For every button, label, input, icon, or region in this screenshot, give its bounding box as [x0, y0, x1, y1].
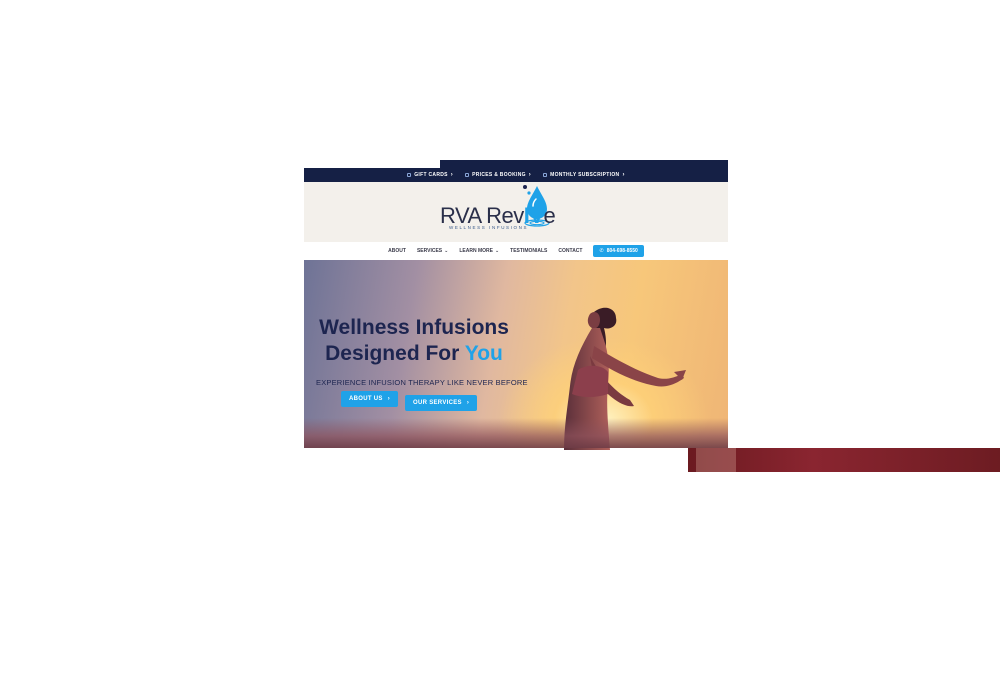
nav-item-label: SERVICES: [416, 248, 443, 254]
our-services-button[interactable]: OUR SERVICES ›: [405, 395, 478, 411]
topbar-item-prices-booking[interactable]: PRICES & BOOKING ›: [465, 172, 531, 178]
nav-item-contact[interactable]: CONTACT: [558, 248, 582, 254]
nav-item-label: ABOUT: [388, 248, 406, 254]
hero-headline: Wellness Infusions Designed For You: [304, 315, 524, 367]
topbar-item-label: PRICES & BOOKING: [472, 172, 526, 178]
hero-ground-shade: [304, 418, 728, 448]
chevron-right-icon: ›: [466, 400, 470, 406]
logo-brand-end: e: [543, 203, 556, 228]
nav-item-testimonials[interactable]: TESTIMONIALS: [510, 248, 547, 254]
nav-item-label: LEARN MORE: [459, 248, 493, 254]
about-us-button[interactable]: ABOUT US ›: [341, 391, 399, 407]
hero-section: Wellness Infusions Designed For You EXPE…: [304, 260, 728, 450]
topbar-item-label: MONTHLY SUBSCRIPTION: [550, 172, 620, 178]
mockup-cut-edge: [304, 448, 432, 464]
headline-accent: You: [464, 342, 503, 365]
topbar-item-monthly-subscription[interactable]: MONTHLY SUBSCRIPTION ›: [543, 172, 625, 178]
nav-item-about[interactable]: ABOUT: [388, 248, 406, 254]
utility-topbar: GIFT CARDS › PRICES & BOOKING › MONTHLY …: [304, 168, 728, 182]
slice-highlight: [696, 448, 736, 472]
headline-line-2: Designed For You: [304, 341, 524, 367]
site-logo[interactable]: RVA RevIVe WELLNESS INFUSIONS: [440, 182, 570, 242]
button-label: ABOUT US: [349, 396, 383, 402]
button-label: OUR SERVICES: [413, 400, 462, 406]
chevron-right-icon: ›: [528, 172, 532, 178]
phone-number: 804-698-8550: [606, 248, 638, 254]
nav-item-learn-more[interactable]: LEARN MORE ⌄: [459, 248, 499, 254]
calendar-icon: [465, 173, 470, 177]
chevron-right-icon: ›: [450, 172, 454, 178]
phone-icon: ✆: [599, 248, 604, 254]
website-mockup: GIFT CARDS › PRICES & BOOKING › MONTHLY …: [304, 160, 728, 464]
subscription-icon: [543, 173, 548, 177]
chevron-right-icon: ›: [387, 396, 391, 402]
main-nav: ABOUT SERVICES ⌄ LEARN MORE ⌄ TESTIMONIALS…: [304, 242, 728, 260]
site-header: RVA RevIVe WELLNESS INFUSIONS: [304, 182, 728, 242]
gift-card-icon: [407, 173, 412, 177]
hero-subline: EXPERIENCE INFUSION THERAPY LIKE NEVER B…: [316, 378, 528, 387]
headline-line-2-start: Designed For: [325, 342, 465, 365]
nav-item-label: CONTACT: [558, 248, 583, 254]
headline-line-1: Wellness Infusions: [319, 316, 509, 339]
topbar-item-label: GIFT CARDS: [414, 172, 448, 178]
nav-item-services[interactable]: SERVICES ⌄: [417, 248, 448, 254]
decorative-image-slice: [688, 448, 1000, 472]
logo-tagline: WELLNESS INFUSIONS: [449, 225, 529, 230]
nav-item-label: TESTIMONIALS: [510, 248, 548, 254]
chevron-right-icon: ›: [622, 172, 625, 178]
chevron-down-icon: ⌄: [444, 248, 449, 254]
call-button[interactable]: ✆ 804-698-8550: [593, 245, 644, 257]
chevron-down-icon: ⌄: [494, 248, 500, 254]
topbar-item-gift-cards[interactable]: GIFT CARDS ›: [407, 172, 453, 178]
